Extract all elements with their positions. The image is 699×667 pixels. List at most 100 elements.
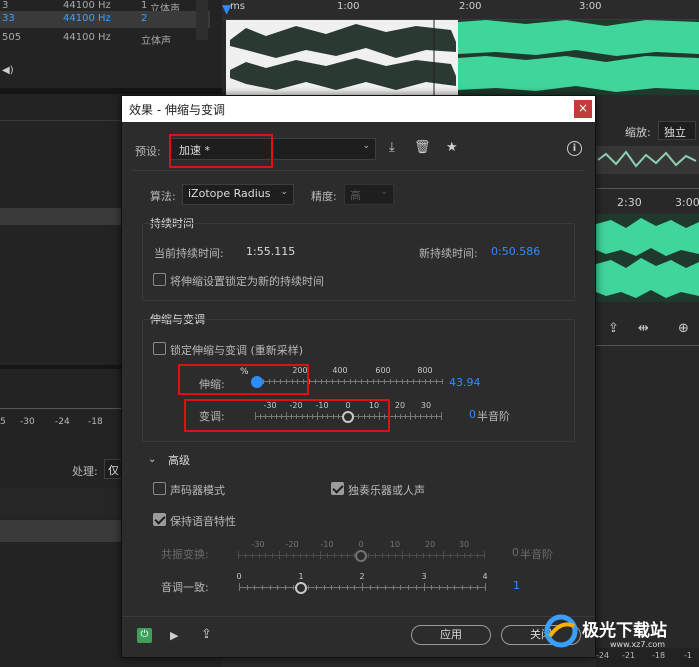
- apply-button[interactable]: 应用: [411, 625, 491, 645]
- file-row-selected[interactable]: 33 44100 Hz 2: [0, 11, 210, 28]
- slider-tick: [344, 379, 345, 384]
- slider-tick: [370, 585, 371, 590]
- delete-preset-icon[interactable]: 🗑: [414, 141, 431, 154]
- slider-tick: [347, 553, 348, 558]
- selected-row[interactable]: [0, 208, 121, 225]
- slider-tick: [464, 553, 465, 558]
- save-preset-icon[interactable]: ⤓: [389, 141, 395, 154]
- vocoder-checkbox[interactable]: [153, 482, 166, 495]
- slider-tick: [326, 379, 327, 384]
- help-icon[interactable]: i: [567, 141, 582, 156]
- slider-tick: [378, 379, 379, 384]
- lock-duration-checkbox[interactable]: [153, 273, 166, 286]
- pitch-unit: 半音阶: [477, 410, 510, 423]
- slider-tick: [285, 585, 286, 590]
- solo-instrument-checkbox[interactable]: [331, 482, 344, 495]
- slider-tick: [413, 379, 414, 384]
- formant-slider[interactable]: -30 -20 -10 0 10 20 30: [238, 540, 485, 566]
- selected-row[interactable]: [0, 520, 121, 542]
- file-row[interactable]: 505 44100 Hz 立体声: [0, 32, 210, 49]
- advanced-title[interactable]: 高级: [168, 452, 190, 468]
- slider-tick: [375, 553, 376, 558]
- pitch-coherence-slider[interactable]: 0 1 2 3 4: [236, 572, 488, 598]
- split-icon[interactable]: ⇹: [638, 322, 649, 335]
- stretch-value[interactable]: 43.94: [449, 376, 481, 389]
- slider-tick: [457, 553, 458, 558]
- divider: [132, 170, 584, 171]
- pitch-coherence-label: 音调一致:: [161, 581, 209, 594]
- slider-tick: [395, 414, 396, 419]
- slider-tick: [402, 379, 403, 384]
- preserve-speech-checkbox[interactable]: [153, 513, 166, 526]
- chevron-down-icon[interactable]: ⌄: [148, 453, 156, 466]
- dialog-close-button[interactable]: ×: [574, 100, 592, 118]
- divider: [122, 616, 595, 617]
- slider-tick: [293, 585, 294, 590]
- slider-tick-label: 30: [420, 401, 432, 410]
- lock-stretch-pitch-checkbox[interactable]: [153, 342, 166, 355]
- meter-tick: -24: [596, 651, 610, 660]
- slider-tick: [407, 379, 408, 384]
- slider-tick: [385, 585, 386, 590]
- slider-tick: [426, 414, 427, 419]
- dialog-titlebar[interactable]: 效果 - 伸缩与变调 ×: [122, 96, 595, 122]
- slider-thumb[interactable]: [295, 582, 307, 594]
- algorithm-dropdown[interactable]: iZotope Radius ⌄: [182, 184, 294, 205]
- watermark: 极光下载站 www.xz7.com: [540, 610, 699, 650]
- slider-tick: [306, 553, 307, 558]
- favorite-star-icon[interactable]: ★: [446, 141, 458, 154]
- slider-tick: [382, 553, 383, 558]
- slider-tick: [308, 585, 309, 590]
- export-icon[interactable]: ⇪: [201, 628, 212, 641]
- file-label: 立体声: [141, 36, 171, 47]
- slider-tick: [484, 551, 485, 559]
- export-icon[interactable]: ⇪: [608, 322, 619, 335]
- slider-tick: [470, 585, 471, 590]
- slider-tick: [338, 379, 339, 384]
- slider-tick-label: -20: [285, 540, 299, 549]
- slider-tick-label: 1: [298, 572, 304, 581]
- slider-tick: [390, 379, 391, 384]
- stretch-highlight: [178, 364, 309, 395]
- slider-tick: [420, 414, 421, 419]
- new-duration-value[interactable]: 0:50.586: [491, 245, 540, 258]
- file-id: 33: [2, 13, 15, 24]
- slider-tick: [424, 583, 425, 591]
- meter-tick: -24: [55, 417, 70, 427]
- slider-tick: [316, 585, 317, 590]
- slider-tick: [327, 553, 328, 558]
- speaker-icon[interactable]: ◀): [2, 64, 14, 77]
- waveform-top[interactable]: [226, 20, 699, 95]
- preset-label: 预设:: [135, 145, 161, 158]
- slider-tick: [470, 553, 471, 558]
- power-toggle-icon[interactable]: ⏻: [137, 628, 152, 643]
- ruler-label: 2:30: [617, 196, 642, 209]
- slider-thumb[interactable]: [355, 550, 367, 562]
- timeline-ruler[interactable]: ms 1:00 2:00 3:00: [222, 0, 699, 20]
- pitch-coherence-value[interactable]: 1: [513, 579, 520, 592]
- chevron-down-icon: ⌄: [380, 187, 388, 197]
- play-icon[interactable]: ▶: [170, 629, 178, 642]
- file-rate: 44100 Hz: [63, 0, 111, 11]
- ruler-label: ms: [230, 1, 245, 12]
- zoom-in-icon[interactable]: ⊕: [678, 322, 689, 335]
- overview-waveform[interactable]: [596, 146, 699, 174]
- playhead-marker-icon[interactable]: ▼: [222, 2, 231, 16]
- waveform-lower[interactable]: [596, 214, 699, 302]
- chevron-down-icon: ⌄: [280, 187, 288, 197]
- slider-tick: [320, 551, 321, 559]
- slider-tick: [377, 585, 378, 590]
- ruler-label: 2:00: [459, 1, 482, 12]
- slider-tick: [400, 414, 401, 419]
- file-list-scrollbar[interactable]: [196, 0, 208, 40]
- slider-tick: [286, 553, 287, 558]
- zoom-dropdown[interactable]: 独立: [658, 121, 696, 140]
- precision-dropdown[interactable]: 高 ⌄: [344, 184, 394, 205]
- slider-tick: [431, 585, 432, 590]
- pitch-value[interactable]: 0: [469, 408, 476, 421]
- slider-tick: [279, 551, 280, 559]
- file-channels: 1: [141, 0, 148, 11]
- slider-tick: [368, 553, 369, 558]
- slider-tick-label: -10: [320, 540, 334, 549]
- slider-tick-label: 400: [332, 366, 348, 375]
